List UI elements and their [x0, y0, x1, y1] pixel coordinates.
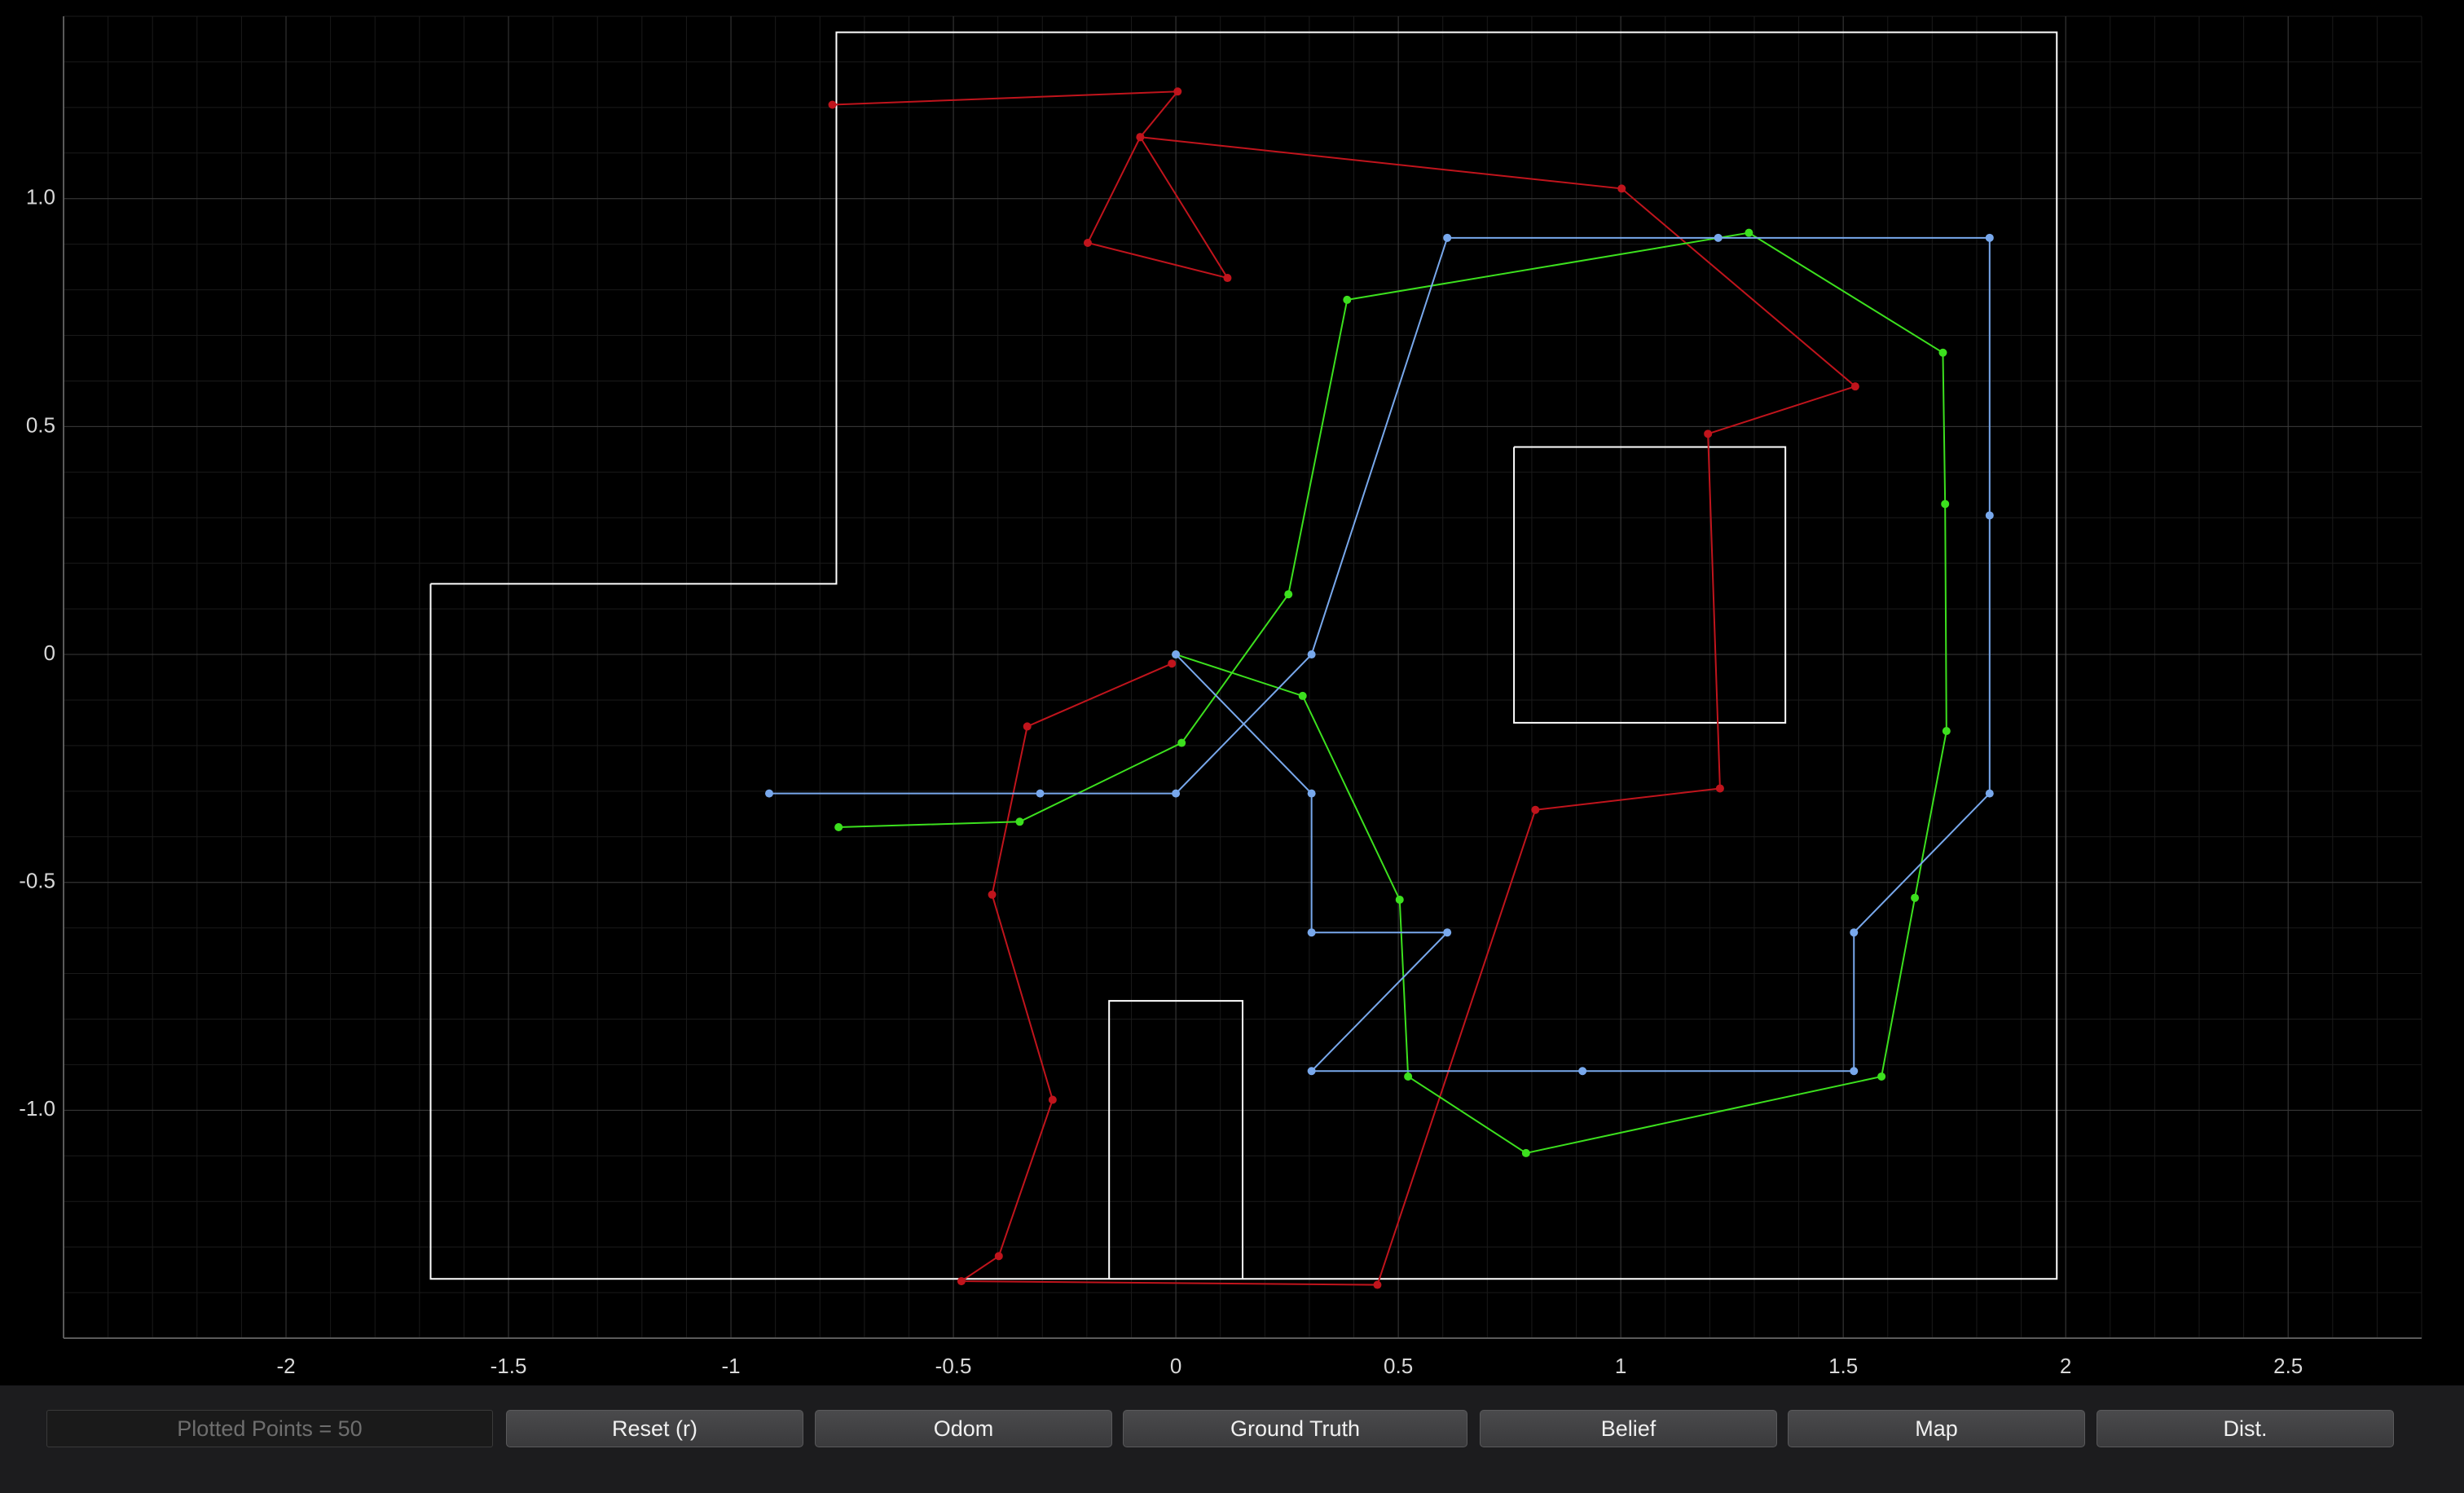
- belief-point: [1172, 650, 1181, 659]
- ground_truth-point: [1877, 1072, 1886, 1081]
- ground_truth-point: [1343, 295, 1352, 304]
- x-tick-label: 1.5: [1828, 1354, 1858, 1378]
- ground_truth-point: [1015, 817, 1024, 826]
- belief-point: [1443, 928, 1452, 937]
- ground_truth-point: [1284, 590, 1293, 599]
- belief-point: [1443, 233, 1452, 242]
- odom-point: [1373, 1280, 1382, 1289]
- y-tick-label: -1.0: [19, 1096, 55, 1121]
- belief-button[interactable]: Belief: [1480, 1410, 1777, 1447]
- ground_truth-point: [1177, 738, 1186, 747]
- dist-button[interactable]: Dist.: [2097, 1410, 2394, 1447]
- ground_truth-point: [1298, 691, 1307, 700]
- odom-point: [1850, 382, 1859, 391]
- belief-point: [1714, 233, 1723, 242]
- x-tick-label: 2.5: [2273, 1354, 2303, 1378]
- odom-point: [994, 1252, 1003, 1261]
- belief-point: [1172, 789, 1181, 798]
- belief-point: [1578, 1067, 1587, 1076]
- ground_truth-point: [1521, 1148, 1530, 1157]
- belief-point: [765, 789, 774, 798]
- plot-area[interactable]: -2 -1.5 -1 -0.5 0 0.5 1 1.5 2 2.5 1.0 0.5 0 -0.5 -1.0: [0, 0, 2464, 1385]
- y-tick-label: 1.0: [26, 185, 55, 209]
- ground_truth-point: [1404, 1072, 1413, 1081]
- ground_truth-point: [834, 823, 843, 832]
- odom-button[interactable]: Odom: [815, 1410, 1112, 1447]
- odom-point: [1023, 722, 1032, 731]
- odom-point: [1168, 659, 1177, 668]
- x-tick-label: -1: [721, 1354, 740, 1378]
- ground_truth-point: [1395, 895, 1404, 904]
- belief-point: [1307, 1067, 1316, 1076]
- belief-point: [1985, 233, 1994, 242]
- odom-point: [828, 100, 837, 109]
- y-tick-label: 0: [44, 641, 55, 665]
- odom-point: [1715, 784, 1724, 793]
- belief-point: [1985, 511, 1994, 520]
- reset-button[interactable]: Reset (r): [506, 1410, 803, 1447]
- belief-point: [1036, 789, 1045, 798]
- plotted-points-field: Plotted Points = 50: [46, 1410, 493, 1447]
- odom-point: [1136, 133, 1145, 142]
- y-tick-label: -0.5: [19, 869, 55, 893]
- ground_truth-point: [1911, 893, 1920, 902]
- odom-point: [988, 890, 997, 899]
- ground-truth-button[interactable]: Ground Truth: [1123, 1410, 1467, 1447]
- trajectory-plot: -2 -1.5 -1 -0.5 0 0.5 1 1.5 2 2.5 1.0 0.5 0 -0.5 -1.0: [0, 0, 2464, 1385]
- x-tick-label: -2: [276, 1354, 295, 1378]
- x-tick-label: -1.5: [491, 1354, 527, 1378]
- x-tick-label: -0.5: [935, 1354, 972, 1378]
- ground_truth-point: [1942, 726, 1951, 735]
- ground_truth-point: [1941, 500, 1950, 509]
- belief-point: [1307, 928, 1316, 937]
- odom-point: [957, 1277, 966, 1286]
- odom-point: [1531, 805, 1540, 814]
- belief-point: [1307, 650, 1316, 659]
- x-tick-label: 1: [1615, 1354, 1626, 1378]
- x-tick-label: 2: [2060, 1354, 2071, 1378]
- x-tick-label: 0: [1170, 1354, 1181, 1378]
- odom-point: [1048, 1095, 1057, 1104]
- ground_truth-point: [1938, 348, 1947, 357]
- odom-point: [1173, 87, 1182, 96]
- belief-point: [1850, 1067, 1859, 1076]
- belief-point: [1850, 928, 1859, 937]
- plot-background: [0, 0, 2464, 1385]
- belief-point: [1307, 789, 1316, 798]
- odom-point: [1704, 429, 1713, 438]
- x-tick-label: 0.5: [1384, 1354, 1413, 1378]
- map-button[interactable]: Map: [1788, 1410, 2085, 1447]
- ground_truth-point: [1745, 228, 1753, 237]
- odom-point: [1083, 238, 1092, 247]
- belief-point: [1985, 789, 1994, 798]
- odom-point: [1617, 184, 1626, 193]
- y-tick-label: 0.5: [26, 412, 55, 437]
- odom-point: [1223, 274, 1232, 283]
